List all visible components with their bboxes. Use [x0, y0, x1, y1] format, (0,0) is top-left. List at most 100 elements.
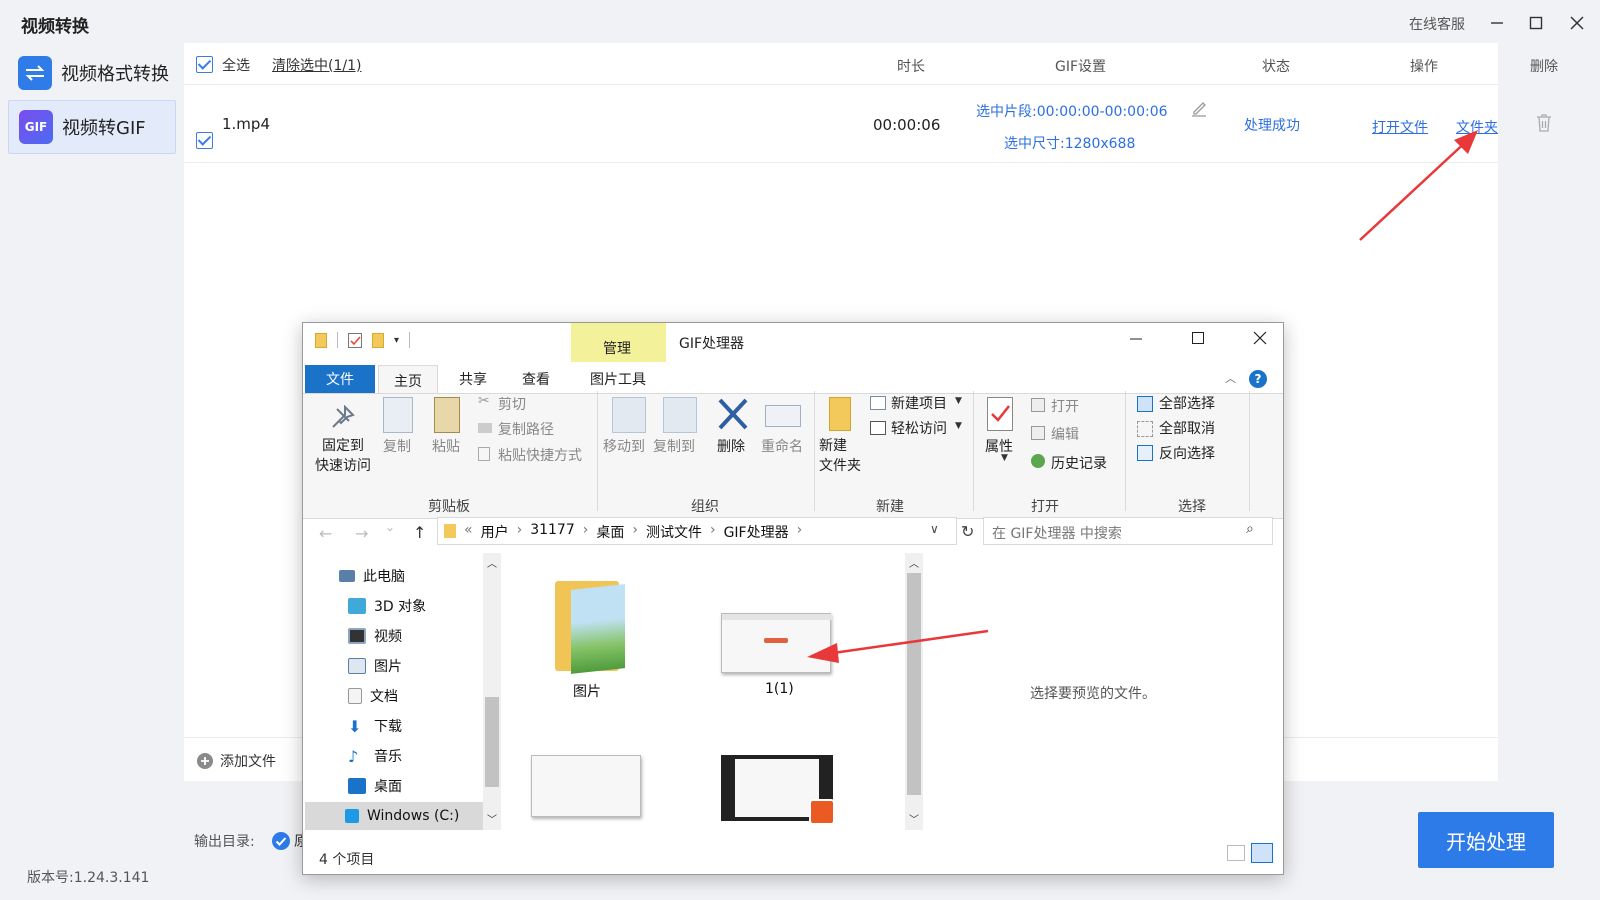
select-group-label: 选择: [1178, 499, 1206, 515]
nav-item-downloads[interactable]: ⬇ 下载: [348, 712, 402, 740]
breadcrumb-item[interactable]: 桌面: [596, 522, 624, 542]
nav-item-3d-objects[interactable]: 3D 对象: [348, 592, 426, 620]
file-label[interactable]: 1(1): [765, 681, 794, 697]
properties-check-icon[interactable]: [348, 332, 362, 348]
column-header-duration: 时长: [897, 59, 925, 75]
nav-item-music[interactable]: ♪ 音乐: [348, 742, 402, 770]
nav-label: 3D 对象: [374, 599, 427, 615]
close-icon[interactable]: [1253, 331, 1267, 349]
chevron-down-icon[interactable]: ⌄: [385, 520, 395, 534]
manage-context-tab[interactable]: 管理: [571, 323, 666, 362]
maximize-icon[interactable]: [1524, 11, 1548, 35]
new-item-button[interactable]: 新建项目: [891, 393, 947, 413]
chevron-down-icon[interactable]: ▾: [394, 335, 399, 346]
file-duration: 00:00:06: [873, 116, 941, 134]
minimize-icon[interactable]: [1129, 331, 1143, 349]
history-button[interactable]: 历史记录: [1051, 453, 1107, 473]
address-bar[interactable]: « 用户 › 31177 › 桌面 › 测试文件 › GIF处理器 › ∨: [437, 517, 957, 545]
nav-label: 桌面: [374, 779, 402, 795]
edit-button[interactable]: 编辑: [1051, 424, 1079, 444]
chevron-up-icon[interactable]: ︿: [909, 555, 919, 570]
nav-item-documents[interactable]: 文档: [348, 682, 398, 710]
breadcrumb-item[interactable]: GIF处理器: [724, 522, 789, 542]
nav-item-this-pc[interactable]: 此电脑: [339, 562, 405, 590]
properties-button[interactable]: 属性: [985, 436, 1013, 456]
nav-item-videos[interactable]: 视频: [348, 622, 402, 650]
clear-selected-link[interactable]: 清除选中(1/1): [272, 55, 361, 75]
delete-button[interactable]: 删除: [717, 436, 745, 456]
minimize-icon[interactable]: [1485, 11, 1509, 35]
video-thumbnail[interactable]: [721, 755, 835, 825]
tab-view[interactable]: 查看: [506, 365, 566, 393]
folder-icon[interactable]: [315, 332, 327, 348]
select-all-label[interactable]: 全选: [222, 55, 250, 75]
new-folder-icon[interactable]: [372, 332, 384, 348]
refresh-icon[interactable]: ↻: [961, 522, 974, 541]
chevron-down-icon[interactable]: ﹀: [487, 811, 497, 826]
convert-arrows-icon: [18, 56, 52, 90]
output-dir-radio[interactable]: [272, 832, 290, 850]
large-icons-view-icon[interactable]: [1251, 843, 1273, 863]
easy-access-button[interactable]: 轻松访问: [891, 418, 947, 438]
details-view-icon[interactable]: [1227, 845, 1245, 861]
close-icon[interactable]: [1565, 11, 1589, 35]
breadcrumb-item[interactable]: 用户: [481, 522, 509, 542]
breadcrumb-item[interactable]: 测试文件: [646, 522, 702, 542]
chevron-up-icon[interactable]: ︿: [487, 555, 497, 570]
copy-to-button[interactable]: 复制到: [653, 436, 695, 456]
chevron-down-icon[interactable]: ﹀: [909, 811, 919, 826]
tab-file[interactable]: 文件: [305, 365, 375, 393]
file-label[interactable]: 图片: [573, 681, 601, 701]
paste-button[interactable]: 粘贴: [432, 436, 460, 456]
copy-path-button[interactable]: 复制路径: [498, 419, 554, 439]
chevron-down-icon[interactable]: ∨: [930, 522, 939, 536]
rename-button[interactable]: 重命名: [761, 436, 803, 456]
collapse-ribbon-icon[interactable]: ︿: [1225, 370, 1236, 386]
select-all-checkbox[interactable]: [196, 56, 213, 73]
tab-share[interactable]: 共享: [443, 365, 503, 393]
pin-to-quick-access-button[interactable]: 固定到 快速访问: [313, 436, 373, 476]
nav-item-pictures[interactable]: 图片: [348, 652, 402, 680]
search-box[interactable]: 在 GIF处理器 中搜索 ⌕: [983, 517, 1273, 545]
select-all-button[interactable]: 全部选择: [1159, 393, 1215, 413]
image-thumbnail[interactable]: [531, 755, 641, 817]
folder-thumbnail[interactable]: [555, 575, 625, 674]
open-button[interactable]: 打开: [1051, 396, 1079, 416]
back-arrow-icon[interactable]: ←: [319, 524, 332, 543]
nav-label: 文档: [370, 689, 398, 705]
nav-item-desktop[interactable]: 桌面: [348, 772, 402, 800]
invert-selection-button[interactable]: 反向选择: [1159, 443, 1215, 463]
select-none-button[interactable]: 全部取消: [1159, 418, 1215, 438]
paste-shortcut-button[interactable]: 粘贴快捷方式: [498, 445, 582, 465]
table-row: 1.mp4 00:00:06 选中片段:00:00:00-00:00:06 选中…: [0, 17, 1600, 152]
nav-item-windows-c[interactable]: Windows (C:): [305, 802, 483, 830]
start-process-button[interactable]: 开始处理: [1418, 812, 1554, 868]
online-service-link[interactable]: 在线客服: [1409, 14, 1465, 34]
help-icon[interactable]: ?: [1249, 370, 1267, 388]
maximize-icon[interactable]: [1191, 331, 1205, 349]
tab-picture-tools[interactable]: 图片工具: [573, 365, 663, 393]
gif-segment[interactable]: 选中片段:00:00:00-00:00:06: [976, 101, 1168, 121]
move-to-button[interactable]: 移动到: [603, 436, 645, 456]
trash-icon[interactable]: [1535, 113, 1553, 137]
new-folder-button[interactable]: 新建 文件夹: [819, 436, 861, 476]
copy-button[interactable]: 复制: [383, 436, 411, 456]
add-file-button[interactable]: 添加文件: [196, 751, 276, 771]
move-to-icon: [612, 397, 646, 433]
column-header-status: 状态: [1262, 59, 1290, 75]
up-arrow-icon[interactable]: ↑: [413, 523, 426, 542]
cube-icon: [348, 598, 366, 614]
breadcrumb-item[interactable]: 31177: [530, 522, 575, 542]
cut-button[interactable]: 剪切: [498, 394, 526, 414]
sidebar-item-video-format[interactable]: 视频格式转换: [8, 46, 176, 100]
content-scrollbar[interactable]: ︿ ﹀: [905, 553, 923, 830]
nav-scrollbar[interactable]: ︿ ﹀: [483, 553, 501, 830]
row-checkbox[interactable]: [196, 132, 213, 149]
desktop-icon: [348, 778, 366, 794]
sidebar-item-video-gif[interactable]: GIF 视频转GIF: [8, 100, 176, 154]
tab-home[interactable]: 主页: [378, 365, 438, 395]
forward-arrow-icon[interactable]: →: [355, 524, 368, 543]
film-icon: [348, 628, 366, 644]
gif-size[interactable]: 选中尺寸:1280x688: [1004, 133, 1135, 153]
edit-icon[interactable]: [1190, 100, 1208, 122]
